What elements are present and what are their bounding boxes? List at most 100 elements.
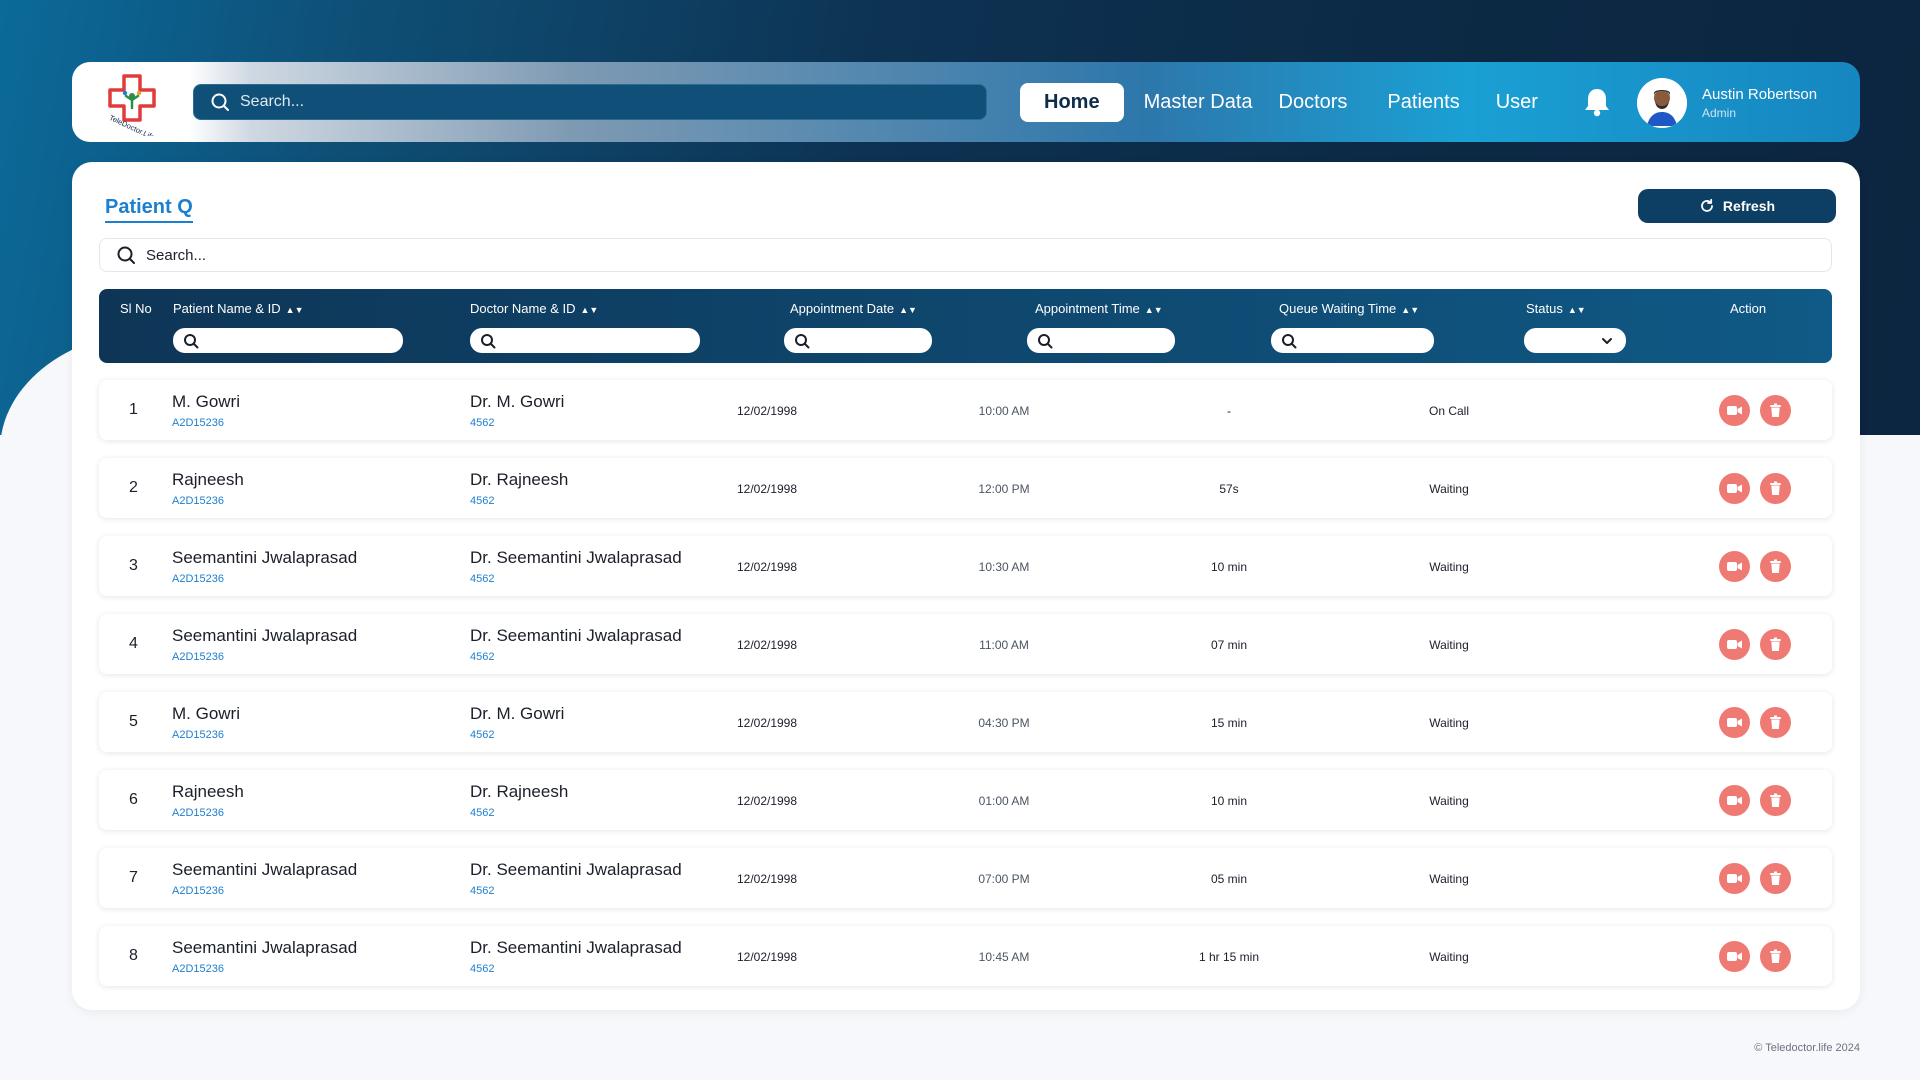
call-button[interactable] (1719, 629, 1750, 660)
table-row[interactable]: 6 Rajneesh A2D15236 Dr. Rajneesh 4562 12… (99, 770, 1832, 830)
table-header: Sl No Patient Name & ID ▲▼ Doctor Name & … (99, 289, 1832, 363)
doctor-id[interactable]: 4562 (470, 963, 494, 975)
doctor-id[interactable]: 4562 (470, 573, 494, 585)
call-button[interactable] (1719, 941, 1750, 972)
nav-home[interactable]: Home (1020, 82, 1124, 122)
call-button[interactable] (1719, 395, 1750, 426)
nav-user[interactable]: User (1496, 91, 1538, 114)
global-search-placeholder: Search... (240, 93, 305, 110)
call-button[interactable] (1719, 551, 1750, 582)
col-doctor[interactable]: Doctor Name & ID ▲▼ (470, 301, 598, 316)
row-sl-no: 4 (129, 635, 138, 652)
queue-wait-time: 05 min (1210, 872, 1248, 886)
appointment-date: 12/02/1998 (736, 560, 798, 574)
col-wait[interactable]: Queue Waiting Time ▲▼ (1279, 301, 1419, 316)
appointment-time: 11:00 AM (979, 638, 1029, 652)
doctor-name: Dr. Seemantini Jwalaprasad (470, 860, 682, 879)
doctor-id[interactable]: 4562 (470, 495, 494, 507)
table-row[interactable]: 2 Rajneesh A2D15236 Dr. Rajneesh 4562 12… (99, 458, 1832, 518)
filter-status-select[interactable] (1524, 328, 1626, 353)
patient-id[interactable]: A2D15236 (172, 729, 224, 741)
nav-patients[interactable]: Patients (1387, 91, 1459, 114)
filter-patient[interactable] (173, 328, 403, 353)
table-row[interactable]: 8 Seemantini Jwalaprasad A2D15236 Dr. Se… (99, 926, 1832, 986)
user-name[interactable]: Austin Robertson (1702, 86, 1817, 103)
nav-master-data[interactable]: Master Data (1144, 91, 1253, 114)
row-sl-no: 6 (129, 791, 138, 808)
refresh-button[interactable]: Refresh (1638, 189, 1836, 223)
row-sl-no: 8 (129, 947, 138, 964)
doctor-id[interactable]: 4562 (470, 807, 494, 819)
call-button[interactable] (1719, 785, 1750, 816)
doctor-id[interactable]: 4562 (470, 885, 494, 897)
appointment-date: 12/02/1998 (736, 872, 798, 886)
col-time[interactable]: Appointment Time ▲▼ (1035, 301, 1163, 316)
patient-id[interactable]: A2D15236 (172, 417, 224, 429)
delete-button[interactable] (1760, 707, 1791, 738)
doctor-id[interactable]: 4562 (470, 417, 494, 429)
sort-icon[interactable]: ▲▼ (899, 305, 917, 315)
patient-id[interactable]: A2D15236 (172, 495, 224, 507)
sort-icon[interactable]: ▲▼ (1401, 305, 1419, 315)
doctor-id[interactable]: 4562 (470, 729, 494, 741)
doctor-name: Dr. Seemantini Jwalaprasad (470, 626, 682, 645)
logo-text: TeleDoctor.Life (108, 113, 157, 136)
delete-button[interactable] (1760, 473, 1791, 504)
filter-date[interactable] (784, 328, 932, 353)
patient-id[interactable]: A2D15236 (172, 807, 224, 819)
patient-id[interactable]: A2D15236 (172, 963, 224, 975)
call-button[interactable] (1719, 707, 1750, 738)
bell-icon[interactable] (1582, 86, 1612, 118)
footer-copyright: © Teledoctor.life 2024 (1754, 1042, 1860, 1054)
trash-icon (1770, 637, 1781, 651)
table-row[interactable]: 1 M. Gowri A2D15236 Dr. M. Gowri 4562 12… (99, 380, 1832, 440)
row-sl-no: 3 (129, 557, 138, 574)
doctor-name: Dr. M. Gowri (470, 392, 565, 411)
delete-button[interactable] (1760, 551, 1791, 582)
delete-button[interactable] (1760, 941, 1791, 972)
teledoctor-logo[interactable]: TeleDoctor.Life (102, 70, 162, 142)
table-row[interactable]: 5 M. Gowri A2D15236 Dr. M. Gowri 4562 12… (99, 692, 1832, 752)
filter-wait[interactable] (1271, 328, 1434, 353)
delete-button[interactable] (1760, 629, 1791, 660)
doctor-name: Dr. M. Gowri (470, 704, 565, 723)
appointment-date: 12/02/1998 (736, 404, 798, 418)
video-call-icon (1727, 718, 1742, 727)
video-call-icon (1727, 874, 1742, 883)
col-patient[interactable]: Patient Name & ID ▲▼ (173, 301, 303, 316)
global-search-input[interactable]: Search... (193, 84, 987, 120)
patient-name: M. Gowri (172, 392, 240, 411)
patient-name: Seemantini Jwalaprasad (172, 860, 358, 879)
call-button[interactable] (1719, 863, 1750, 894)
delete-button[interactable] (1760, 395, 1791, 426)
col-status-label: Status (1526, 301, 1563, 316)
table-row[interactable]: 3 Seemantini Jwalaprasad A2D15236 Dr. Se… (99, 536, 1832, 596)
video-call-icon (1727, 406, 1742, 415)
filter-time[interactable] (1027, 328, 1175, 353)
search-icon (117, 246, 135, 264)
page-title[interactable]: Patient Q (105, 196, 193, 223)
filter-doctor[interactable] (470, 328, 700, 353)
avatar[interactable] (1637, 78, 1687, 128)
table-row[interactable]: 7 Seemantini Jwalaprasad A2D15236 Dr. Se… (99, 848, 1832, 908)
sort-icon[interactable]: ▲▼ (286, 305, 304, 315)
queue-search-input[interactable]: Search... (99, 238, 1832, 272)
sort-icon[interactable]: ▲▼ (1145, 305, 1163, 315)
col-status[interactable]: Status ▲▼ (1526, 301, 1586, 316)
sort-icon[interactable]: ▲▼ (1568, 305, 1586, 315)
trash-icon (1770, 715, 1781, 729)
sort-icon[interactable]: ▲▼ (580, 305, 598, 315)
nav-doctors[interactable]: Doctors (1279, 91, 1348, 114)
delete-button[interactable] (1760, 785, 1791, 816)
col-time-label: Appointment Time (1035, 301, 1140, 316)
search-icon (184, 333, 199, 348)
patient-id[interactable]: A2D15236 (172, 885, 224, 897)
doctor-id[interactable]: 4562 (470, 651, 494, 663)
patient-id[interactable]: A2D15236 (172, 651, 224, 663)
col-date[interactable]: Appointment Date ▲▼ (790, 301, 917, 316)
patient-id[interactable]: A2D15236 (172, 573, 224, 585)
col-patient-label: Patient Name & ID (173, 301, 281, 316)
call-button[interactable] (1719, 473, 1750, 504)
table-row[interactable]: 4 Seemantini Jwalaprasad A2D15236 Dr. Se… (99, 614, 1832, 674)
delete-button[interactable] (1760, 863, 1791, 894)
